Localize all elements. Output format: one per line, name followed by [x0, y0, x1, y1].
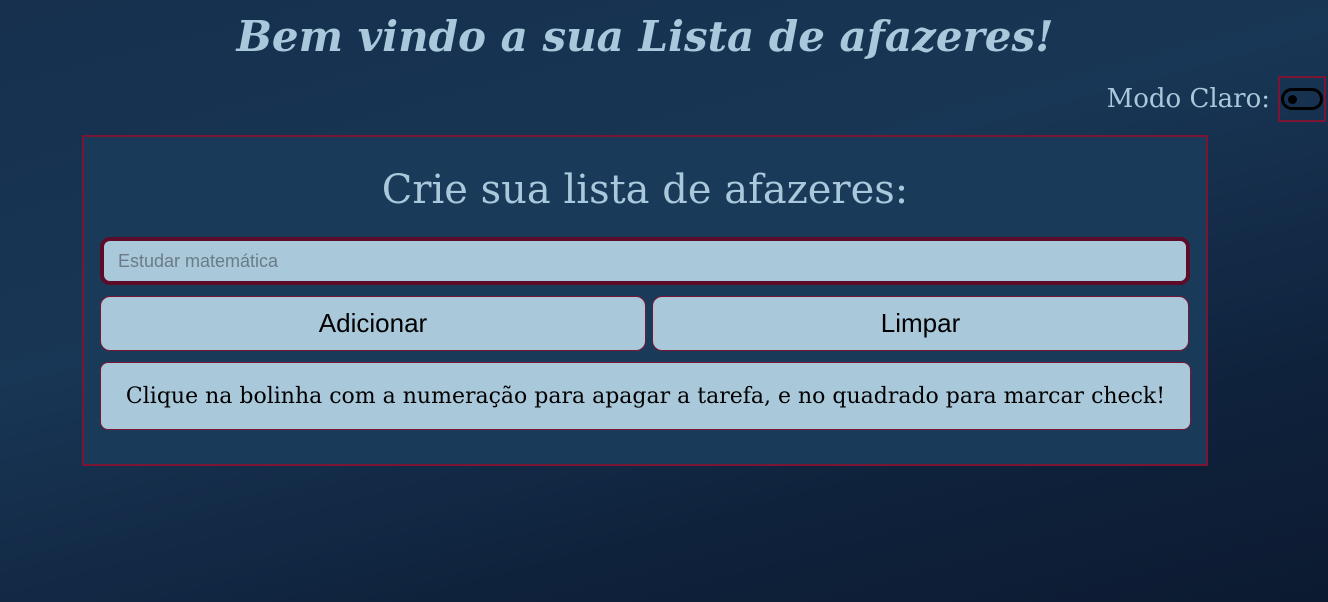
instructions-box: Clique na bolinha com a numeração para a…	[100, 362, 1191, 430]
mode-toggle-label: Modo Claro:	[1106, 84, 1270, 114]
toggle-track[interactable]	[1281, 88, 1323, 110]
instructions-text: Clique na bolinha com a numeração para a…	[125, 383, 1166, 409]
page-title: Bem vindo a sua Lista de afazeres!	[236, 12, 1054, 61]
light-mode-toggle[interactable]	[1278, 76, 1326, 122]
todo-card: Crie sua lista de afazeres: Adicionar Li…	[82, 135, 1208, 466]
add-button[interactable]: Adicionar	[100, 296, 646, 351]
clear-button[interactable]: Limpar	[652, 296, 1189, 351]
toggle-knob[interactable]	[1288, 95, 1297, 104]
task-input[interactable]	[100, 237, 1190, 285]
card-title: Crie sua lista de afazeres:	[381, 167, 909, 213]
mode-toggle-row: Modo Claro:	[1107, 76, 1326, 122]
